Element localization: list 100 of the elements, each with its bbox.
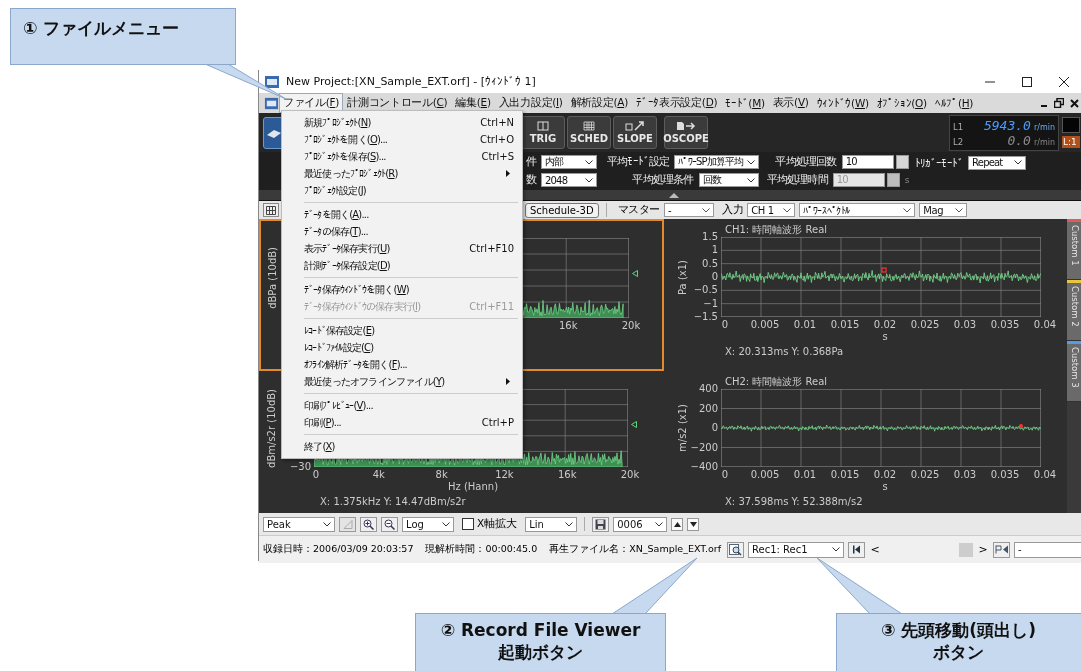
down-button[interactable]	[687, 517, 700, 531]
rpm-unit: r/min	[1033, 122, 1055, 132]
setting-label: 平均処理時間	[766, 173, 828, 187]
side-tab[interactable]: Custom 2	[1067, 280, 1081, 341]
menu-item[interactable]: 最近使ったﾌﾟﾛｼﾞｪｸﾄ(R)	[284, 165, 520, 182]
tick-label: −200	[690, 442, 718, 453]
zoom-in-icon	[363, 518, 374, 530]
rpm-value: 5943.0	[983, 117, 1031, 133]
menu-item[interactable]: 印刷(P)... Ctrl+P	[284, 414, 520, 431]
cursor-marker[interactable]	[881, 267, 887, 273]
dropdown[interactable]: -	[664, 203, 715, 217]
tick-label: 0.03	[953, 319, 977, 330]
record-file-viewer-button[interactable]	[727, 541, 745, 558]
checkbox[interactable]	[462, 518, 474, 530]
toolbar-button[interactable]: TRIG	[521, 116, 565, 149]
menu-item[interactable]: ﾃﾞｰﾀの保存(T)...	[284, 223, 520, 240]
dropdown[interactable]: ﾊﾟﾜｰｽﾍﾟｸﾄﾙ	[799, 203, 916, 217]
dropdown[interactable]: 回数	[698, 173, 759, 187]
zoom-out-button[interactable]	[381, 516, 398, 532]
tick-label: 1	[711, 245, 718, 256]
menu-item[interactable]: 計測ﾃﾞｰﾀ保存設定(D)	[284, 257, 520, 274]
level-panel	[1062, 117, 1080, 133]
save-button[interactable]	[592, 516, 610, 532]
menu-item[interactable]: ﾃﾞｰﾀ保存ｳｨﾝﾄﾞｳを開く(W)	[284, 281, 520, 298]
menu-item[interactable]: 入出力設定(I)	[494, 93, 567, 113]
chevron-icon	[585, 159, 593, 165]
dropdown[interactable]: 内部	[541, 155, 597, 169]
axis-label: dBm/s2r (10dB)	[265, 388, 277, 468]
collapse-icon[interactable]	[669, 192, 679, 198]
chevron-icon	[565, 521, 574, 527]
dropdown[interactable]: Log	[402, 516, 454, 532]
spin-button[interactable]	[895, 155, 909, 169]
number-field[interactable]: 10	[841, 155, 894, 169]
dropdown[interactable]: CH 1	[747, 203, 796, 217]
menu-item[interactable]: ｳｨﾝﾄﾞｳ(W)	[812, 94, 873, 112]
channel-label: L1	[953, 121, 964, 132]
menu-item[interactable]: ﾌﾟﾛｼﾞｪｸﾄを開く(O)... Ctrl+O	[284, 131, 520, 148]
tick-label: 0.015	[830, 319, 860, 330]
menu-item[interactable]: 終了(X)	[284, 438, 520, 455]
menu-item[interactable]: 最近使ったオフラインファイル(Y)	[284, 373, 520, 390]
dropdown[interactable]: 2048	[541, 173, 597, 187]
up-button[interactable]	[671, 517, 684, 531]
menu-item[interactable]: ﾌﾟﾛｼﾞｪｸﾄ設定(J)	[284, 182, 520, 199]
toolbar-button[interactable]: SLOPE	[613, 116, 657, 149]
dropdown[interactable]: Lin	[525, 516, 578, 532]
side-tab[interactable]: Custom 1	[1067, 219, 1081, 280]
zoom-in-button[interactable]	[360, 516, 377, 532]
flag-button[interactable]	[993, 541, 1011, 558]
dropdown[interactable]: Mag	[919, 203, 968, 217]
spin-button[interactable]	[886, 173, 900, 187]
menu-item[interactable]: 印刷ﾌﾟﾚﾋﾞｭｰ(V)...	[284, 397, 520, 414]
tick-label: 1.5	[702, 232, 718, 242]
dropdown[interactable]: Repeat	[968, 155, 1027, 170]
side-tab[interactable]: Custom 3	[1067, 341, 1081, 402]
tick-label: −400	[690, 462, 718, 472]
menu-item[interactable]: ﾃﾞｰﾀ表示設定(D)	[631, 93, 722, 113]
chevron-icon	[1014, 160, 1023, 165]
menu-item[interactable]: 新規ﾌﾟﾛｼﾞｪｸﾄ(N) Ctrl+N	[284, 114, 520, 131]
layout-button[interactable]	[263, 203, 279, 217]
menu-item[interactable]: 計測コントロール(C)	[343, 93, 452, 113]
skip-to-start-button[interactable]	[848, 541, 866, 558]
tick-label: −1.5	[693, 312, 718, 322]
menu-item[interactable]: 編集(E)	[451, 93, 495, 113]
setting-label: 平均処理条件	[632, 173, 694, 187]
dropdown[interactable]: Peak	[263, 516, 335, 532]
menu-item[interactable]: ﾃﾞｰﾀを開く(A)...	[284, 206, 520, 223]
menu-item[interactable]: ﾓｰﾄﾞ(M)	[721, 94, 769, 112]
grid-icon	[266, 205, 276, 215]
pause-icon	[537, 121, 549, 131]
dropdown[interactable]: -	[1014, 541, 1081, 558]
triangle-marker-icon[interactable]	[632, 270, 638, 277]
menu-item[interactable]: ｵﾌﾗｲﾝ解析ﾃﾞｰﾀを開く(F)...	[284, 356, 520, 373]
scroll-thumb[interactable]	[959, 542, 974, 557]
tick-label: 0.005	[750, 319, 780, 330]
tick-label: 0.015	[830, 469, 860, 480]
toolbar-button[interactable]: SCHED	[567, 116, 611, 149]
menu-item[interactable]: 表示(V)	[768, 93, 813, 113]
chevron-icon	[655, 521, 664, 527]
up-arrow-icon	[673, 521, 681, 527]
next-button[interactable]: >	[977, 543, 990, 556]
menu-item[interactable]: 表示ﾃﾞｰﾀ保存実行(U) Ctrl+F10	[284, 240, 520, 257]
menu-item[interactable]: ｵﾌﾟｼｮﾝ(O)	[872, 94, 931, 112]
menu-item[interactable]: ﾚｺｰﾄﾞﾌｧｲﾙ設定(C)	[284, 339, 520, 356]
menu-item[interactable]: ﾚｺｰﾄﾞ保存設定(E)	[284, 322, 520, 339]
menu-item[interactable]: ﾍﾙﾌﾟ(H)	[930, 94, 978, 112]
previous-button[interactable]: <	[869, 543, 882, 556]
dropdown[interactable]: ﾊﾟﾜｰSP加算平均	[674, 155, 759, 169]
cursor-marker[interactable]	[1019, 424, 1023, 428]
menu-item[interactable]: 解析設定(A)	[566, 93, 632, 113]
schedule-3d-button[interactable]: Schedule-3D	[525, 202, 599, 218]
menu-item[interactable]: ﾌﾟﾛｼﾞｪｸﾄを保存(S)... Ctrl+S	[284, 148, 520, 165]
tick-label: 0.025	[910, 319, 940, 330]
dropdown[interactable]: 0006	[613, 516, 668, 532]
triangle-marker-icon[interactable]	[631, 421, 637, 428]
axis-label: dBPa (10dB)	[266, 247, 278, 309]
axis-label: Hz (Hann)	[447, 481, 499, 492]
dropdown[interactable]: Rec1: Rec1	[748, 541, 845, 558]
toolbar-button[interactable]: OSCOPE	[664, 116, 708, 149]
restore-icon[interactable]	[1054, 98, 1064, 108]
close-icon[interactable]	[1070, 98, 1079, 108]
